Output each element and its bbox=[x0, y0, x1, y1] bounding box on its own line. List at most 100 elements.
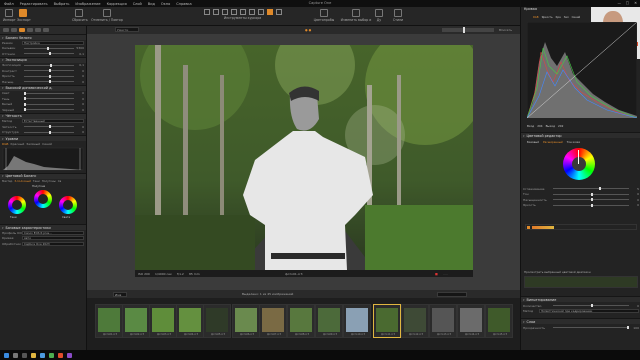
rating-stars-icon[interactable]: ····· bbox=[443, 272, 448, 276]
brush-icon[interactable] bbox=[257, 9, 264, 15]
thumbnail[interactable]: фото10.cr3 bbox=[343, 304, 371, 338]
vignette-method-row[interactable]: Метод Эллиптический при кадрировании bbox=[521, 309, 640, 315]
vignette-slider[interactable] bbox=[553, 304, 629, 308]
thumbnail[interactable]: фото13.cr3 bbox=[429, 304, 457, 338]
thumbnail[interactable]: фото03.cr3 bbox=[149, 304, 177, 338]
opacity-slider[interactable] bbox=[553, 326, 630, 330]
layers-header[interactable]: ▾ Слои bbox=[521, 318, 640, 324]
wb-mode-select[interactable]: Настройка bbox=[22, 40, 84, 45]
thumbnail[interactable]: фото01.cr3 bbox=[95, 304, 123, 338]
menu-image[interactable]: Изображение bbox=[75, 2, 100, 6]
midtones-wheel[interactable] bbox=[34, 190, 52, 208]
clarity-method-select[interactable]: Естественный bbox=[22, 119, 84, 124]
curve-tab-green[interactable]: Зел bbox=[564, 16, 569, 19]
presets-button[interactable]: Стили bbox=[392, 9, 404, 22]
sat-slider[interactable] bbox=[553, 198, 629, 202]
exposure-slider[interactable] bbox=[24, 63, 74, 67]
explorer-icon[interactable] bbox=[31, 352, 36, 358]
hue-slider[interactable] bbox=[553, 192, 629, 196]
curve-tabs[interactable]: RGB Яркость Кра Зел Синий bbox=[533, 16, 580, 19]
minimize-icon[interactable]: — bbox=[618, 1, 622, 5]
wb-mode-row[interactable]: Режим Настройка bbox=[0, 40, 86, 46]
highlights-wheel[interactable] bbox=[59, 196, 77, 214]
curve-tab-red[interactable]: Кра bbox=[556, 16, 561, 19]
cursor-tools-group[interactable]: Инструменты курсора bbox=[195, 9, 290, 20]
cb-tab-3way[interactable]: 3-полосный bbox=[14, 179, 31, 183]
main-photo[interactable] bbox=[135, 45, 473, 270]
zoom-slider[interactable] bbox=[442, 27, 494, 33]
thumbnail[interactable]: фото08.cr3 bbox=[287, 304, 315, 338]
levels-histogram[interactable] bbox=[0, 147, 87, 173]
menu-help[interactable]: Справка bbox=[176, 2, 191, 6]
menu-view[interactable]: Вид bbox=[148, 2, 155, 6]
menu-layer[interactable]: Слой bbox=[133, 2, 142, 6]
light-slider[interactable] bbox=[553, 203, 629, 207]
tab-details-icon[interactable] bbox=[43, 28, 49, 32]
cb-tab-highlights[interactable]: Св bbox=[58, 179, 61, 183]
picker-icon[interactable] bbox=[275, 9, 282, 15]
capture-one-icon[interactable] bbox=[58, 352, 63, 358]
app2-icon[interactable] bbox=[67, 352, 72, 358]
ce-tab-skin[interactable]: Тон кожи bbox=[567, 140, 580, 144]
tint-slider[interactable] bbox=[24, 52, 74, 56]
clarity-slider[interactable] bbox=[24, 125, 74, 129]
thumbnail[interactable]: фото02.cr3 bbox=[122, 304, 150, 338]
menu-file[interactable]: Файл bbox=[4, 2, 14, 6]
cb-tab-midtones[interactable]: Полутоны bbox=[42, 179, 56, 183]
cb-tab-master[interactable]: Мастер bbox=[2, 179, 12, 183]
engine-row[interactable]: Обработчик Capture One 2023 bbox=[0, 241, 86, 247]
rotate-icon[interactable] bbox=[230, 9, 237, 15]
undo-redo-button[interactable]: Отменить / Повтор bbox=[90, 9, 124, 22]
contrast-slider[interactable] bbox=[24, 69, 74, 73]
color-range-list[interactable] bbox=[525, 224, 637, 230]
shadows-wheel[interactable] bbox=[8, 196, 26, 214]
curve-tab-luma[interactable]: Яркость bbox=[542, 16, 553, 19]
crop-icon[interactable] bbox=[221, 9, 228, 15]
import-button[interactable]: Импорт bbox=[3, 9, 16, 22]
start-icon[interactable] bbox=[4, 352, 9, 358]
levels-tab-red[interactable]: Красный bbox=[10, 142, 24, 146]
app-icon[interactable] bbox=[49, 352, 54, 358]
pan-icon[interactable] bbox=[203, 9, 210, 15]
levels-tab-green[interactable]: Зелёный bbox=[26, 142, 40, 146]
reset-button[interactable]: Сбросить bbox=[72, 9, 88, 22]
menu-edit[interactable]: Редактировать bbox=[20, 2, 48, 6]
mask-icon[interactable] bbox=[266, 9, 273, 15]
thumbnail[interactable]: фото07.cr3 bbox=[259, 304, 287, 338]
keystone-icon[interactable] bbox=[239, 9, 246, 15]
filmstrip-search-input[interactable] bbox=[437, 291, 467, 297]
tool-tabs[interactable] bbox=[0, 26, 86, 34]
color-editor-tabs[interactable]: Базовый Расширенный Тон кожи bbox=[527, 140, 580, 144]
zoom-select[interactable]: Умести bbox=[115, 27, 139, 32]
color-editor-wheel[interactable] bbox=[563, 148, 595, 180]
structure-slider[interactable] bbox=[24, 130, 74, 134]
opacity-row[interactable]: Прозрачность 100 bbox=[521, 325, 640, 331]
vignette-header[interactable]: ▾ Виньетирование bbox=[521, 296, 640, 302]
white-slider[interactable] bbox=[24, 102, 74, 106]
view-range-toggle[interactable]: Просмотреть выбранный цветовой диапазон bbox=[524, 270, 591, 274]
curve-tab-rgb[interactable]: RGB bbox=[533, 16, 539, 19]
tab-library-icon[interactable] bbox=[3, 28, 9, 32]
saturation-slider[interactable] bbox=[24, 80, 74, 84]
close-icon[interactable]: ✕ bbox=[634, 1, 637, 5]
curve-row[interactable]: Кривая Авто bbox=[0, 236, 86, 242]
thumbnail[interactable]: фото04.cr3 bbox=[176, 304, 204, 338]
levels-tab-blue[interactable]: Синий bbox=[42, 142, 52, 146]
thumbnail[interactable]: фото14.cr3 bbox=[457, 304, 485, 338]
color-tag-icon[interactable]: ■ bbox=[435, 272, 438, 276]
curve-tab-blue[interactable]: Синий bbox=[572, 16, 581, 19]
kelvin-slider[interactable] bbox=[24, 46, 74, 50]
clarity-method-row[interactable]: Метод Естественный bbox=[0, 119, 86, 125]
tab-exposure-icon[interactable] bbox=[27, 28, 33, 32]
ce-tab-basic[interactable]: Базовый bbox=[527, 140, 539, 144]
cb-tab-shadows[interactable]: Тени bbox=[33, 179, 40, 183]
color-editor-header[interactable]: ▾ Цветовой редактор bbox=[521, 132, 640, 138]
range-checkbox[interactable] bbox=[527, 225, 530, 229]
light-row[interactable]: Яркость 0 bbox=[521, 203, 640, 209]
engine-select[interactable]: Capture One 2023 bbox=[22, 241, 84, 246]
shadow-slider[interactable] bbox=[24, 97, 74, 101]
thumbnail[interactable]: фото05.cr3 bbox=[203, 304, 231, 338]
thumbnail[interactable]: фото06.cr3 bbox=[232, 304, 260, 338]
copy-apply-button[interactable]: Изменить выбор и bbox=[340, 9, 372, 22]
tab-lens-icon[interactable] bbox=[35, 28, 41, 32]
